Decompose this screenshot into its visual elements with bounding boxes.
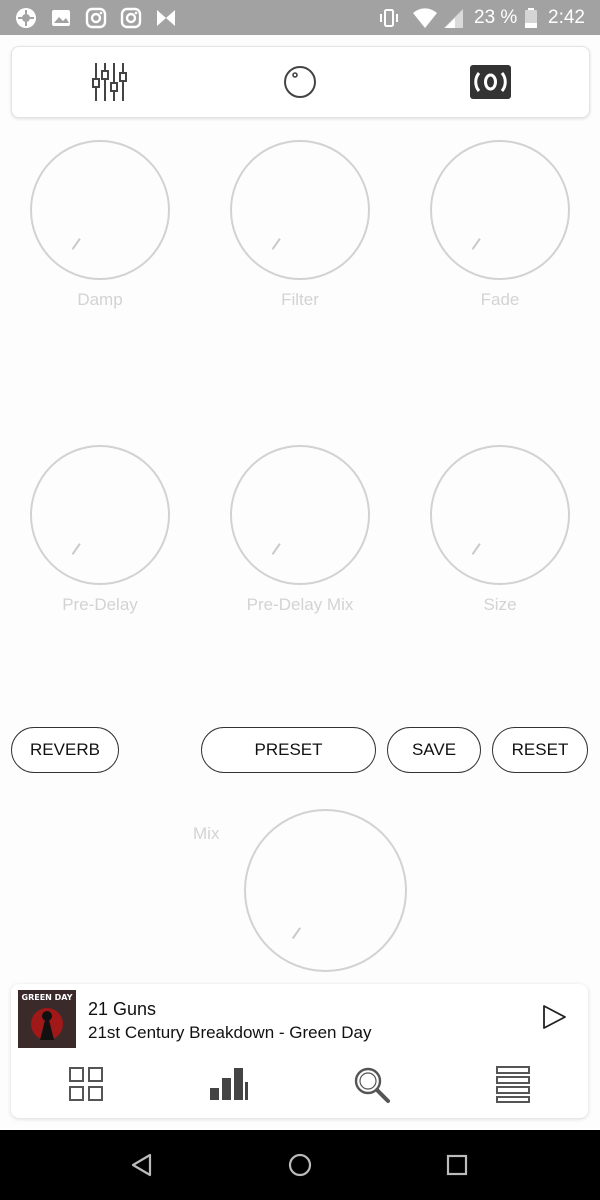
- knob-indicator: [471, 543, 481, 555]
- battery-percent: 23 %: [474, 7, 518, 28]
- damp-knob[interactable]: [30, 140, 170, 280]
- knob-indicator: [271, 543, 281, 555]
- album-art[interactable]: GREEN DAY: [18, 990, 76, 1048]
- back-icon[interactable]: [129, 1152, 155, 1178]
- save-button[interactable]: SAVE: [387, 727, 481, 773]
- battery-icon: [525, 8, 537, 28]
- pre-delay-label: Pre-Delay: [62, 595, 138, 614]
- effect-tab-bar: [11, 46, 590, 118]
- track-subtitle: 21st Century Breakdown - Green Day: [88, 1023, 372, 1042]
- home-icon[interactable]: [287, 1152, 313, 1178]
- surround-icon[interactable]: [462, 55, 518, 109]
- mix-knob[interactable]: [244, 809, 407, 972]
- size-knob[interactable]: [430, 445, 570, 585]
- album-art-title: GREEN DAY: [22, 993, 73, 1002]
- signal-icon: [444, 9, 463, 28]
- equalizer-sliders-icon[interactable]: [82, 55, 138, 109]
- knob-indicator: [71, 543, 81, 555]
- grid-icon[interactable]: [66, 1064, 106, 1104]
- fade-knob[interactable]: [430, 140, 570, 280]
- size-label: Size: [483, 595, 517, 614]
- filter-label: Filter: [281, 290, 319, 309]
- mix-label: Mix: [193, 824, 220, 843]
- play-icon[interactable]: [541, 1004, 567, 1030]
- knob-indicator: [71, 238, 81, 250]
- recents-icon[interactable]: [444, 1152, 470, 1178]
- vibrate-icon: [380, 9, 398, 27]
- filter-knob[interactable]: [230, 140, 370, 280]
- instagram-icon: [85, 7, 107, 29]
- knob-indicator: [471, 238, 481, 250]
- clock: 2:42: [548, 7, 585, 28]
- knob-icon[interactable]: [272, 55, 328, 109]
- damp-label: Damp: [77, 290, 123, 309]
- bar-chart-icon[interactable]: [208, 1064, 248, 1104]
- knob-indicator: [271, 238, 281, 250]
- album-art-image: GREEN DAY: [18, 990, 76, 1048]
- status-bar: 23 % 2:42: [0, 0, 600, 35]
- system-navigation-bar: [0, 1130, 600, 1200]
- fade-label: Fade: [480, 290, 520, 309]
- reverb-button[interactable]: REVERB: [11, 727, 119, 773]
- pre-delay-mix-label: Pre-Delay Mix: [246, 595, 354, 614]
- pre-delay-mix-knob[interactable]: [230, 445, 370, 585]
- track-title: 21 Guns: [88, 999, 157, 1019]
- pre-delay-knob[interactable]: [30, 445, 170, 585]
- search-icon[interactable]: [351, 1064, 391, 1104]
- preset-button[interactable]: PRESET: [201, 727, 376, 773]
- list-icon[interactable]: [493, 1064, 533, 1104]
- settings-app-icon: [16, 8, 36, 28]
- wifi-icon: [413, 8, 437, 28]
- knob-indicator: [291, 926, 301, 939]
- reset-button[interactable]: RESET: [492, 727, 588, 773]
- bowtie-app-icon: [157, 10, 175, 26]
- mini-player[interactable]: GREEN DAY 21 Guns 21st Century Breakdown…: [11, 984, 588, 1118]
- instagram-icon: [120, 7, 142, 29]
- gallery-icon: [52, 10, 70, 26]
